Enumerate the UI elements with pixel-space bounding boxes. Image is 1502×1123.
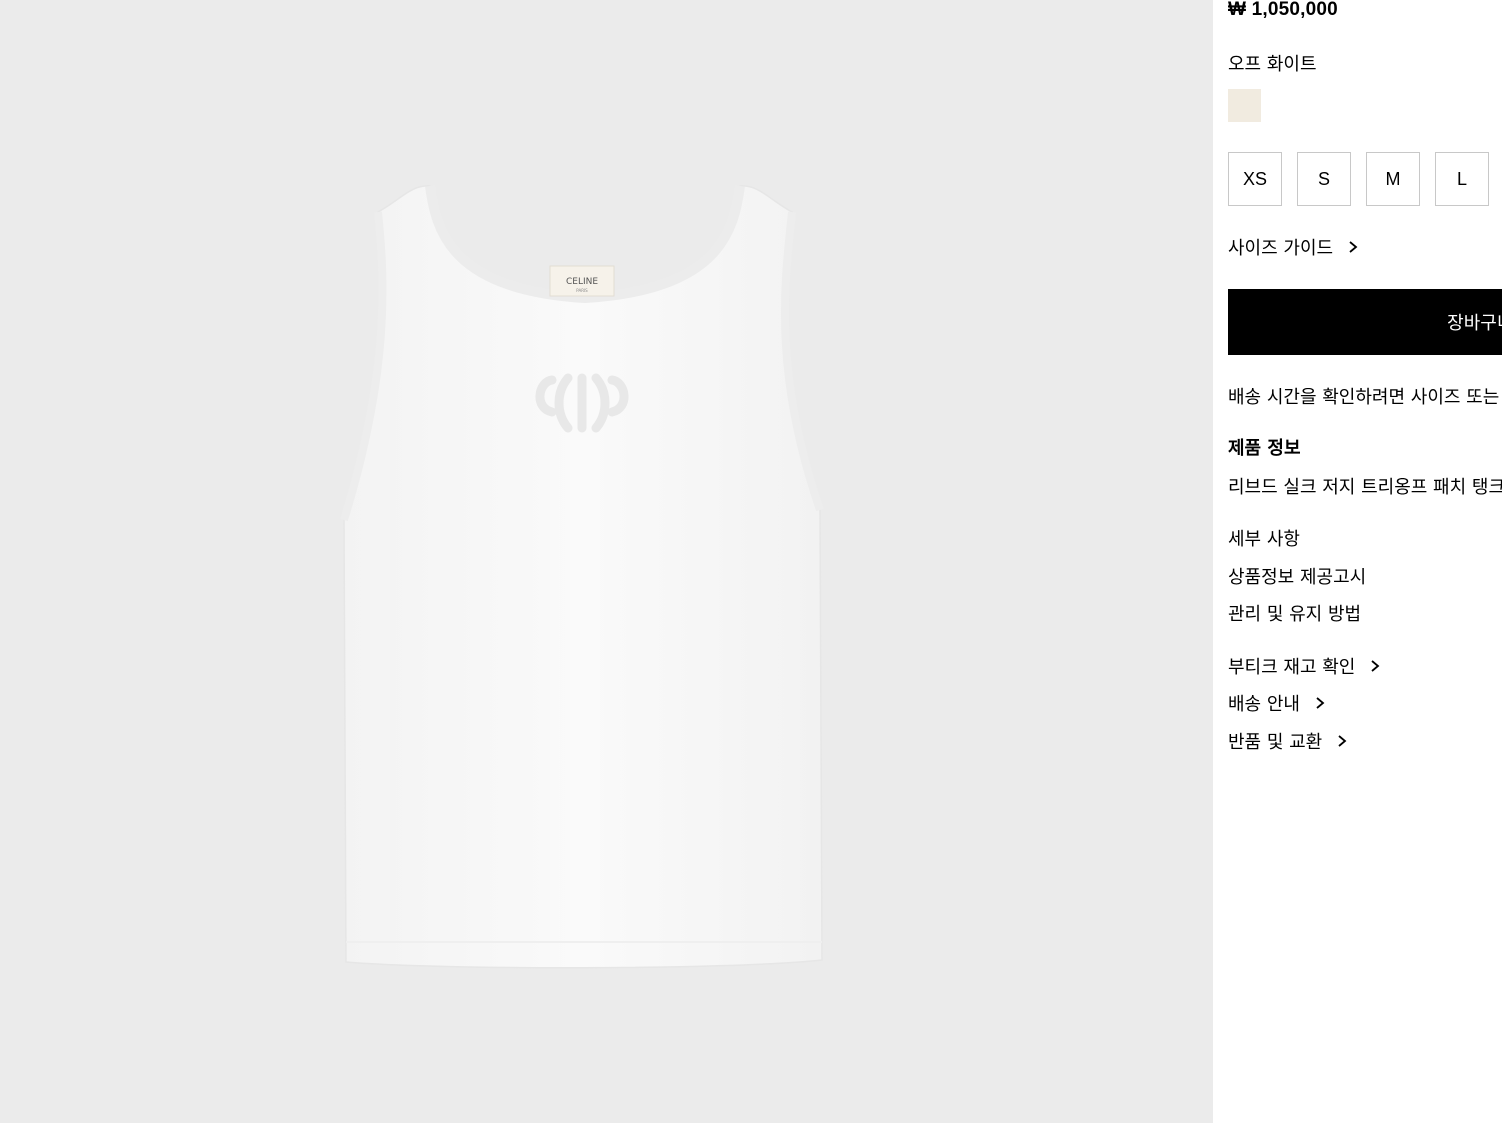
- delivery-info-link[interactable]: 배송 안내: [1228, 690, 1326, 716]
- logo-label-subtext: PARIS: [576, 288, 588, 293]
- chevron-right-icon: [1316, 697, 1325, 709]
- delivery-note: 배송 시간을 확인하려면 사이즈 또는 색상을 선택하세요: [1228, 387, 1502, 408]
- details-toggle[interactable]: 세부 사항: [1228, 525, 1300, 551]
- product-info-panel: ₩ 1,050,000 오프 화이트 XS S M L 사이즈 가이드 장바구니…: [1213, 0, 1502, 1123]
- size-button-s[interactable]: S: [1297, 152, 1351, 206]
- delivery-info-label: 배송 안내: [1228, 694, 1300, 715]
- color-name: 오프 화이트: [1228, 54, 1317, 75]
- size-button-l[interactable]: L: [1435, 152, 1489, 206]
- size-button-xs[interactable]: XS: [1228, 152, 1282, 206]
- boutique-stock-label: 부티크 재고 확인: [1228, 657, 1356, 678]
- size-guide-label: 사이즈 가이드: [1228, 238, 1334, 259]
- logo-label-text: CELINE: [566, 277, 598, 287]
- product-image[interactable]: CELINE PARIS: [330, 170, 840, 990]
- color-swatch-off-white[interactable]: [1228, 89, 1261, 122]
- product-info-title: 제품 정보: [1228, 438, 1301, 459]
- chevron-right-icon: [1349, 241, 1358, 253]
- product-description: 리브드 실크 저지 트리옹프 패치 탱크 탑: [1228, 477, 1502, 498]
- size-button-m[interactable]: M: [1366, 152, 1420, 206]
- add-to-cart-label: 장바구니에 추가: [1447, 313, 1502, 334]
- returns-exchange-label: 반품 및 교환: [1228, 732, 1323, 753]
- chevron-right-icon: [1371, 660, 1380, 672]
- product-gallery: CELINE PARIS: [0, 0, 1213, 1123]
- returns-exchange-link[interactable]: 반품 및 교환: [1228, 728, 1348, 754]
- product-notice-toggle[interactable]: 상품정보 제공고시: [1228, 563, 1366, 589]
- size-selector: XS S M L: [1228, 152, 1489, 206]
- size-guide-link[interactable]: 사이즈 가이드: [1228, 234, 1359, 260]
- chevron-right-icon: [1338, 735, 1347, 747]
- care-instructions-toggle[interactable]: 관리 및 유지 방법: [1228, 600, 1361, 626]
- product-price: ₩ 1,050,000: [1228, 0, 1338, 20]
- boutique-stock-link[interactable]: 부티크 재고 확인: [1228, 653, 1381, 679]
- add-to-cart-button[interactable]: 장바구니에 추가: [1228, 289, 1502, 355]
